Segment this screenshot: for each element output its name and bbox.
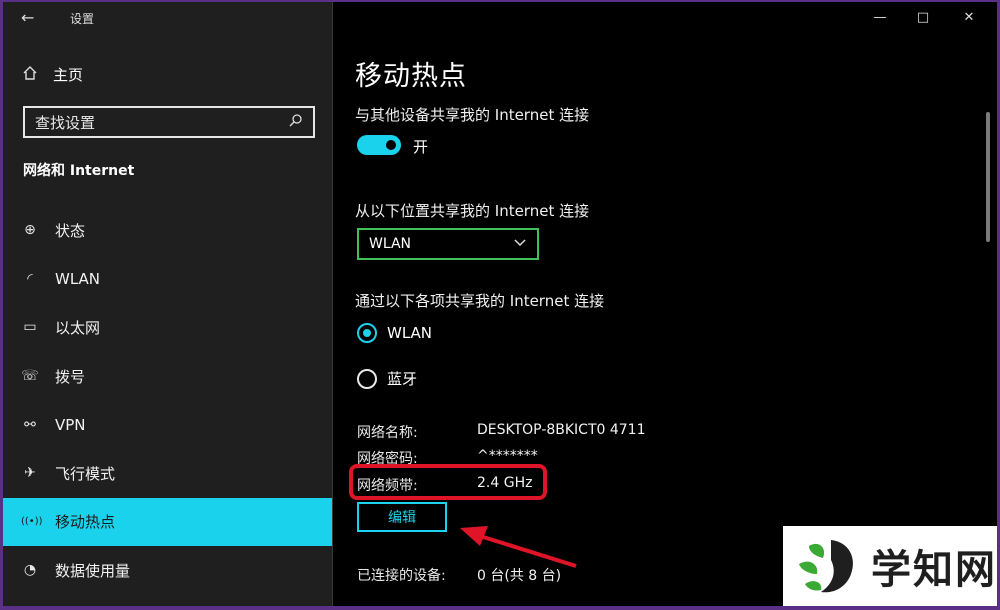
radio-bluetooth[interactable]: 蓝牙 <box>357 368 417 389</box>
sidebar: ← 设置 主页 查找设置 网络和 Internet ⊕ 状态 ◜ WLAN ▭ … <box>3 2 332 606</box>
search-placeholder: 查找设置 <box>35 113 96 132</box>
connected-devices-label: 已连接的设备: <box>357 568 446 584</box>
airplane-icon: ✈ <box>24 465 36 482</box>
sidebar-divider <box>332 2 333 606</box>
radio-indicator <box>357 368 377 389</box>
sidebar-item-data-usage[interactable]: ◔ 数据使用量 <box>3 546 332 595</box>
network-name-value: DESKTOP-8BKICT0 4711 <box>477 422 646 438</box>
back-arrow-icon[interactable]: ← <box>21 8 45 28</box>
network-password-value: ^******* <box>477 448 538 464</box>
watermark: 学知网 <box>783 526 997 606</box>
sidebar-item-ethernet[interactable]: ▭ 以太网 <box>3 303 332 352</box>
sidebar-item-label: 拨号 <box>55 367 86 386</box>
wifi-icon: ◜ <box>27 270 33 287</box>
highlight-box <box>349 464 547 500</box>
page-title: 移动热点 <box>355 61 467 92</box>
edit-button[interactable]: 编辑 <box>357 502 447 532</box>
sidebar-item-label: WLAN <box>55 269 101 288</box>
sidebar-item-dialup[interactable]: ☏ 拨号 <box>3 352 332 401</box>
close-icon[interactable]: ✕ <box>959 10 979 25</box>
data-usage-icon: ◔ <box>23 562 37 579</box>
sidebar-item-status[interactable]: ⊕ 状态 <box>3 206 332 255</box>
radio-indicator <box>357 323 377 343</box>
share-from-label: 从以下位置共享我的 Internet 连接 <box>355 202 590 220</box>
vpn-icon: ⚯ <box>24 416 36 433</box>
sidebar-item-airplane[interactable]: ✈ 飞行模式 <box>3 449 332 498</box>
sidebar-item-label: 状态 <box>55 221 86 240</box>
sidebar-item-hotspot[interactable]: ((•)) 移动热点 <box>3 497 332 547</box>
watermark-logo-icon <box>799 540 853 593</box>
scrollbar[interactable] <box>986 112 990 242</box>
section-title: 网络和 Internet <box>23 163 135 179</box>
radio-label: 蓝牙 <box>387 370 418 388</box>
sidebar-item-label: 数据使用量 <box>55 561 131 580</box>
sidebar-item-label: 飞行模式 <box>55 464 116 483</box>
sidebar-item-wlan[interactable]: ◜ WLAN <box>3 255 332 304</box>
window-title: 设置 <box>70 12 95 26</box>
radio-wlan[interactable]: WLAN <box>357 323 432 343</box>
share-from-dropdown[interactable]: WLAN <box>357 228 539 260</box>
search-input[interactable]: 查找设置 <box>23 106 315 138</box>
sidebar-item-label: VPN <box>55 415 86 434</box>
hotspot-icon: ((•)) <box>21 516 43 528</box>
share-over-label: 通过以下各项共享我的 Internet 连接 <box>355 292 605 310</box>
ethernet-icon: ▭ <box>23 319 37 336</box>
hotspot-toggle[interactable] <box>357 135 401 155</box>
globe-icon: ⊕ <box>24 222 36 239</box>
main-content: 移动热点 与其他设备共享我的 Internet 连接 开 从以下位置共享我的 I… <box>355 2 955 606</box>
share-label: 与其他设备共享我的 Internet 连接 <box>355 106 590 124</box>
search-icon[interactable] <box>289 113 303 131</box>
toggle-knob <box>386 140 396 150</box>
settings-window: ← 设置 主页 查找设置 网络和 Internet ⊕ 状态 ◜ WLAN ▭ … <box>3 2 997 606</box>
chevron-down-icon <box>513 237 527 251</box>
home-label: 主页 <box>53 66 84 84</box>
red-arrow-icon <box>460 526 577 568</box>
network-name-label: 网络名称: <box>357 425 418 441</box>
sidebar-nav: ⊕ 状态 ◜ WLAN ▭ 以太网 ☏ 拨号 ⚯ VPN ✈ 飞行模式 ((•)… <box>3 206 332 595</box>
sidebar-item-label: 以太网 <box>55 318 101 337</box>
watermark-text: 学知网 <box>871 547 997 593</box>
sidebar-home[interactable]: 主页 <box>21 64 83 85</box>
radio-label: WLAN <box>387 324 433 342</box>
dialup-icon: ☏ <box>21 368 39 385</box>
share-from-value: WLAN <box>369 236 412 252</box>
toggle-state-label: 开 <box>413 138 429 156</box>
sidebar-item-vpn[interactable]: ⚯ VPN <box>3 400 332 449</box>
home-icon <box>21 65 39 85</box>
sidebar-item-label: 移动热点 <box>55 513 116 532</box>
